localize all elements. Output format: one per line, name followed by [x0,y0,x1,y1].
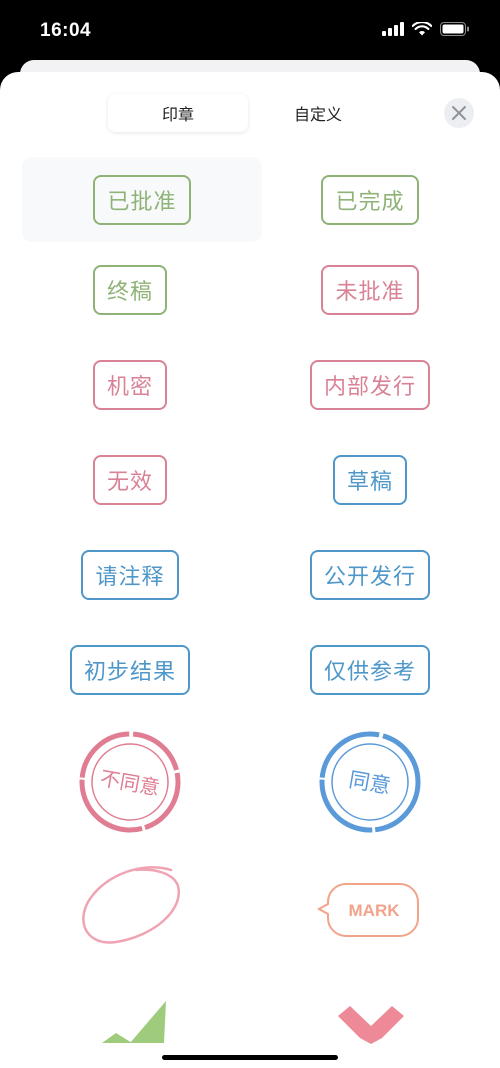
stamp-cell-disagree[interactable]: 不同意 [76,728,184,841]
stamp-cell-preliminary[interactable]: 初步结果 [10,627,250,712]
disagree-stamp-icon: 不同意 [79,731,181,833]
stamp-not-approved: 未批准 [321,264,419,315]
stamp-cell-final[interactable]: 终稿 [10,247,250,332]
stamp-cell-check[interactable] [96,997,176,1048]
stamp-cell-reference[interactable]: 仅供参考 [250,627,490,712]
stamp-cell-void[interactable]: 无效 [10,437,250,522]
status-bar: 16:04 [0,0,500,62]
stamp-cell-confidential[interactable]: 机密 [10,342,250,427]
stamp-final: 终稿 [92,264,167,315]
stamp-completed: 已完成 [321,174,419,225]
stamp-reference: 仅供参考 [309,644,430,695]
mark-stamp-icon: MARK [316,883,419,937]
stamp-cell-draft[interactable]: 草稿 [250,437,490,522]
stamp-cell-agree[interactable]: 同意 [316,728,424,841]
status-time: 16:04 [40,20,92,41]
stamp-cell-not-approved[interactable]: 未批准 [250,247,490,332]
agree-stamp-label: 同意 [347,768,393,799]
stamp-preliminary: 初步结果 [69,644,190,695]
ellipse-stamp-icon [82,866,181,944]
disagree-stamp-label: 不同意 [98,766,161,800]
stamp-picker-sheet: 印章 自定义 已批准 已完成 终稿 未批准 机密 内部发行 无效 草稿 请注释 … [0,72,500,1068]
signal-icon [382,22,404,36]
status-icons [382,22,470,36]
stamp-internal: 内部发行 [309,359,430,410]
stamp-cell-ellipse[interactable] [76,862,186,957]
stamp-cell-completed[interactable]: 已完成 [250,157,490,242]
stamp-cell-public[interactable]: 公开发行 [250,532,490,617]
battery-icon [440,22,469,36]
stamp-public: 公开发行 [309,549,430,600]
checkmark-stamp-icon [102,1001,166,1043]
mark-stamp-label: MARK [349,901,401,920]
cross-stamp-icon [338,1006,404,1044]
stamp-cell-internal[interactable]: 内部发行 [250,342,490,427]
stamp-cell-approved[interactable]: 已批准 [22,157,262,242]
stamp-cell-comment[interactable]: 请注释 [10,532,250,617]
stamp-draft: 草稿 [332,454,407,505]
stamp-confidential: 机密 [92,359,167,410]
agree-stamp-icon: 同意 [319,731,421,833]
stamp-cell-cross[interactable] [334,1004,408,1049]
stamp-void: 无效 [92,454,167,505]
stamp-cell-mark[interactable]: MARK [316,880,422,947]
wifi-icon [412,22,432,36]
stamp-comment: 请注释 [81,549,179,600]
stamp-grid: 已批准 已完成 终稿 未批准 机密 内部发行 无效 草稿 请注释 公开发行 初步… [0,72,500,1068]
stamp-approved: 已批准 [93,174,191,225]
home-indicator [162,1055,338,1060]
